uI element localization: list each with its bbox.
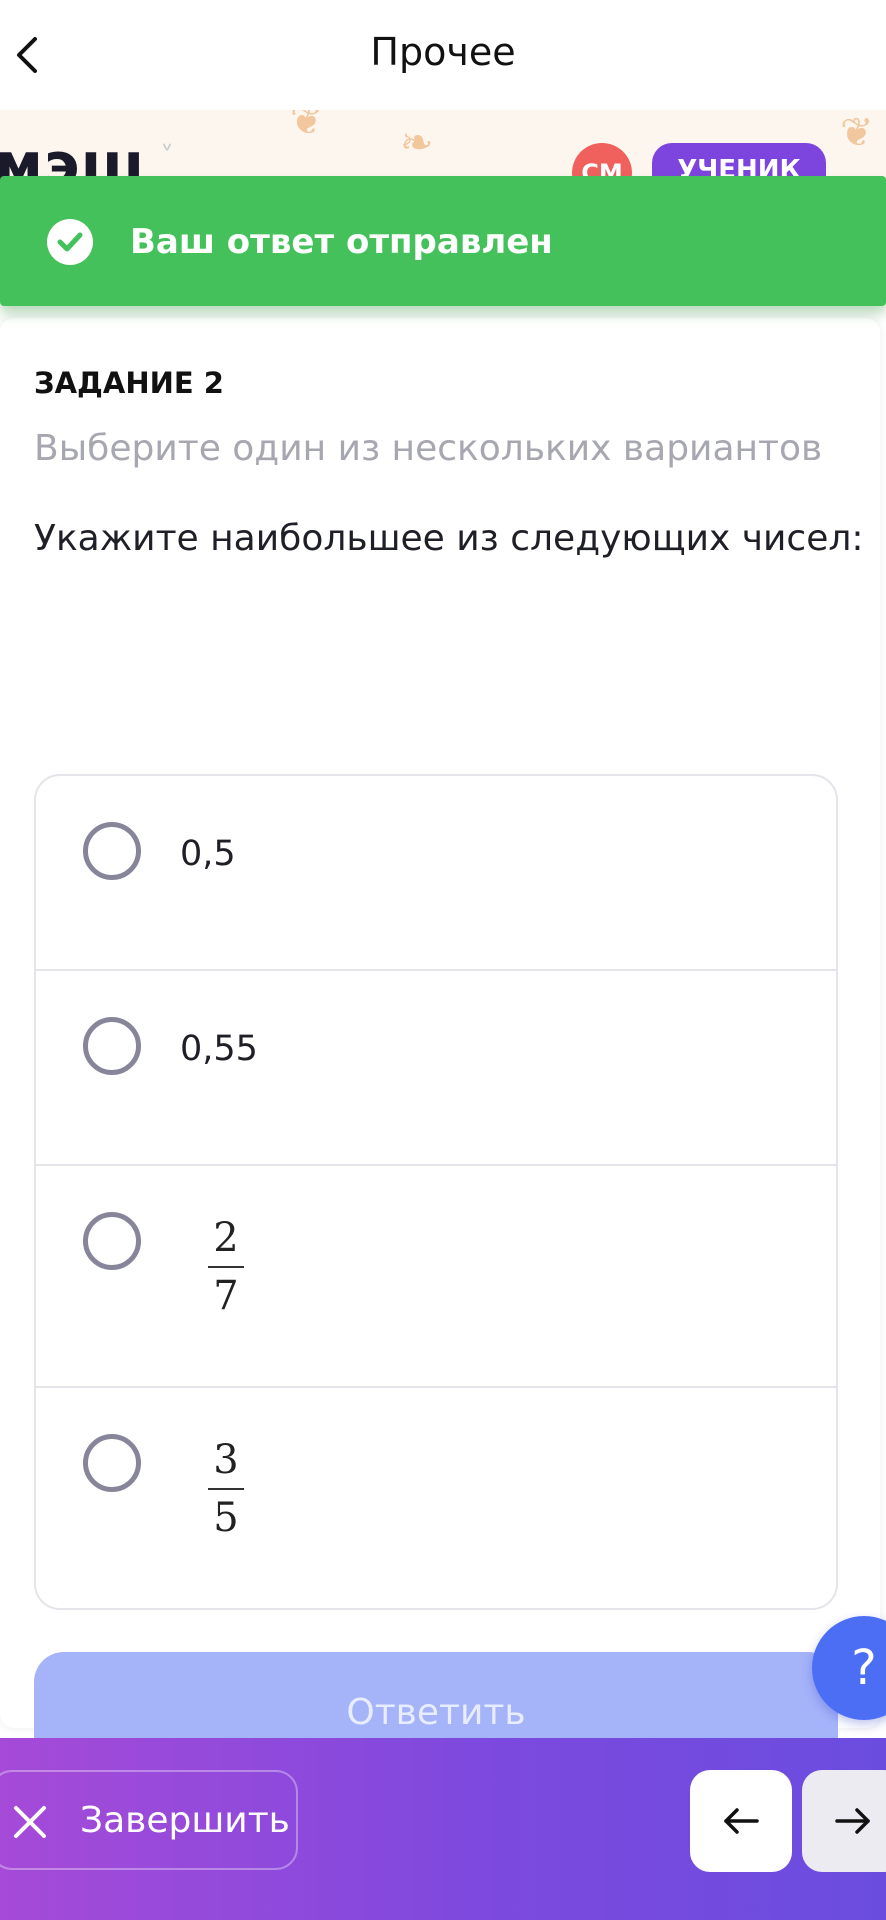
- answer-options: 0,5 0,55 2 7 3 5: [34, 774, 838, 1610]
- radio-button[interactable]: [83, 1212, 141, 1270]
- fraction: 3 5: [208, 1440, 244, 1538]
- fraction-numerator: 2: [208, 1218, 244, 1268]
- leaf-decoration-icon: ❦: [290, 110, 324, 144]
- fraction-denominator: 7: [213, 1273, 239, 1319]
- option-label: 0,5: [180, 834, 236, 874]
- fraction-numerator: 3: [208, 1440, 244, 1490]
- radio-button[interactable]: [83, 822, 141, 880]
- finish-label: Завершить: [80, 1800, 290, 1841]
- navigation-bar: Прочее: [0, 0, 886, 110]
- leaf-decoration-icon: ˅: [160, 140, 174, 173]
- leaf-decoration-icon: ❦: [840, 110, 874, 156]
- option-2-7[interactable]: 2 7: [36, 1166, 836, 1388]
- finish-button[interactable]: Завершить: [0, 1770, 298, 1870]
- task-label: ЗАДАНИЕ 2: [34, 366, 224, 400]
- task-question: Укажите наибольшее из следующих чисел:: [34, 518, 864, 559]
- bottom-bar: Завершить: [0, 1738, 886, 1920]
- check-circle-icon: [47, 219, 93, 265]
- option-0-5[interactable]: 0,5: [36, 776, 836, 971]
- task-hint: Выберите один из нескольких вариантов: [34, 428, 823, 469]
- radio-button[interactable]: [83, 1434, 141, 1492]
- fraction-denominator: 5: [213, 1495, 239, 1541]
- leaf-decoration-icon: ❧: [400, 120, 434, 166]
- next-task-button[interactable]: [802, 1770, 886, 1872]
- fraction: 2 7: [208, 1218, 244, 1316]
- toast-message: Ваш ответ отправлен: [130, 222, 553, 262]
- arrow-right-icon: [835, 1808, 870, 1834]
- radio-button[interactable]: [83, 1017, 141, 1075]
- success-toast: Ваш ответ отправлен: [0, 176, 886, 306]
- close-icon: [14, 1806, 46, 1838]
- option-0-55[interactable]: 0,55: [36, 971, 836, 1166]
- page-title: Прочее: [370, 30, 516, 74]
- option-3-5[interactable]: 3 5: [36, 1388, 836, 1608]
- previous-task-button[interactable]: [690, 1770, 792, 1872]
- option-label: 0,55: [180, 1029, 258, 1069]
- arrow-left-icon: [724, 1808, 759, 1834]
